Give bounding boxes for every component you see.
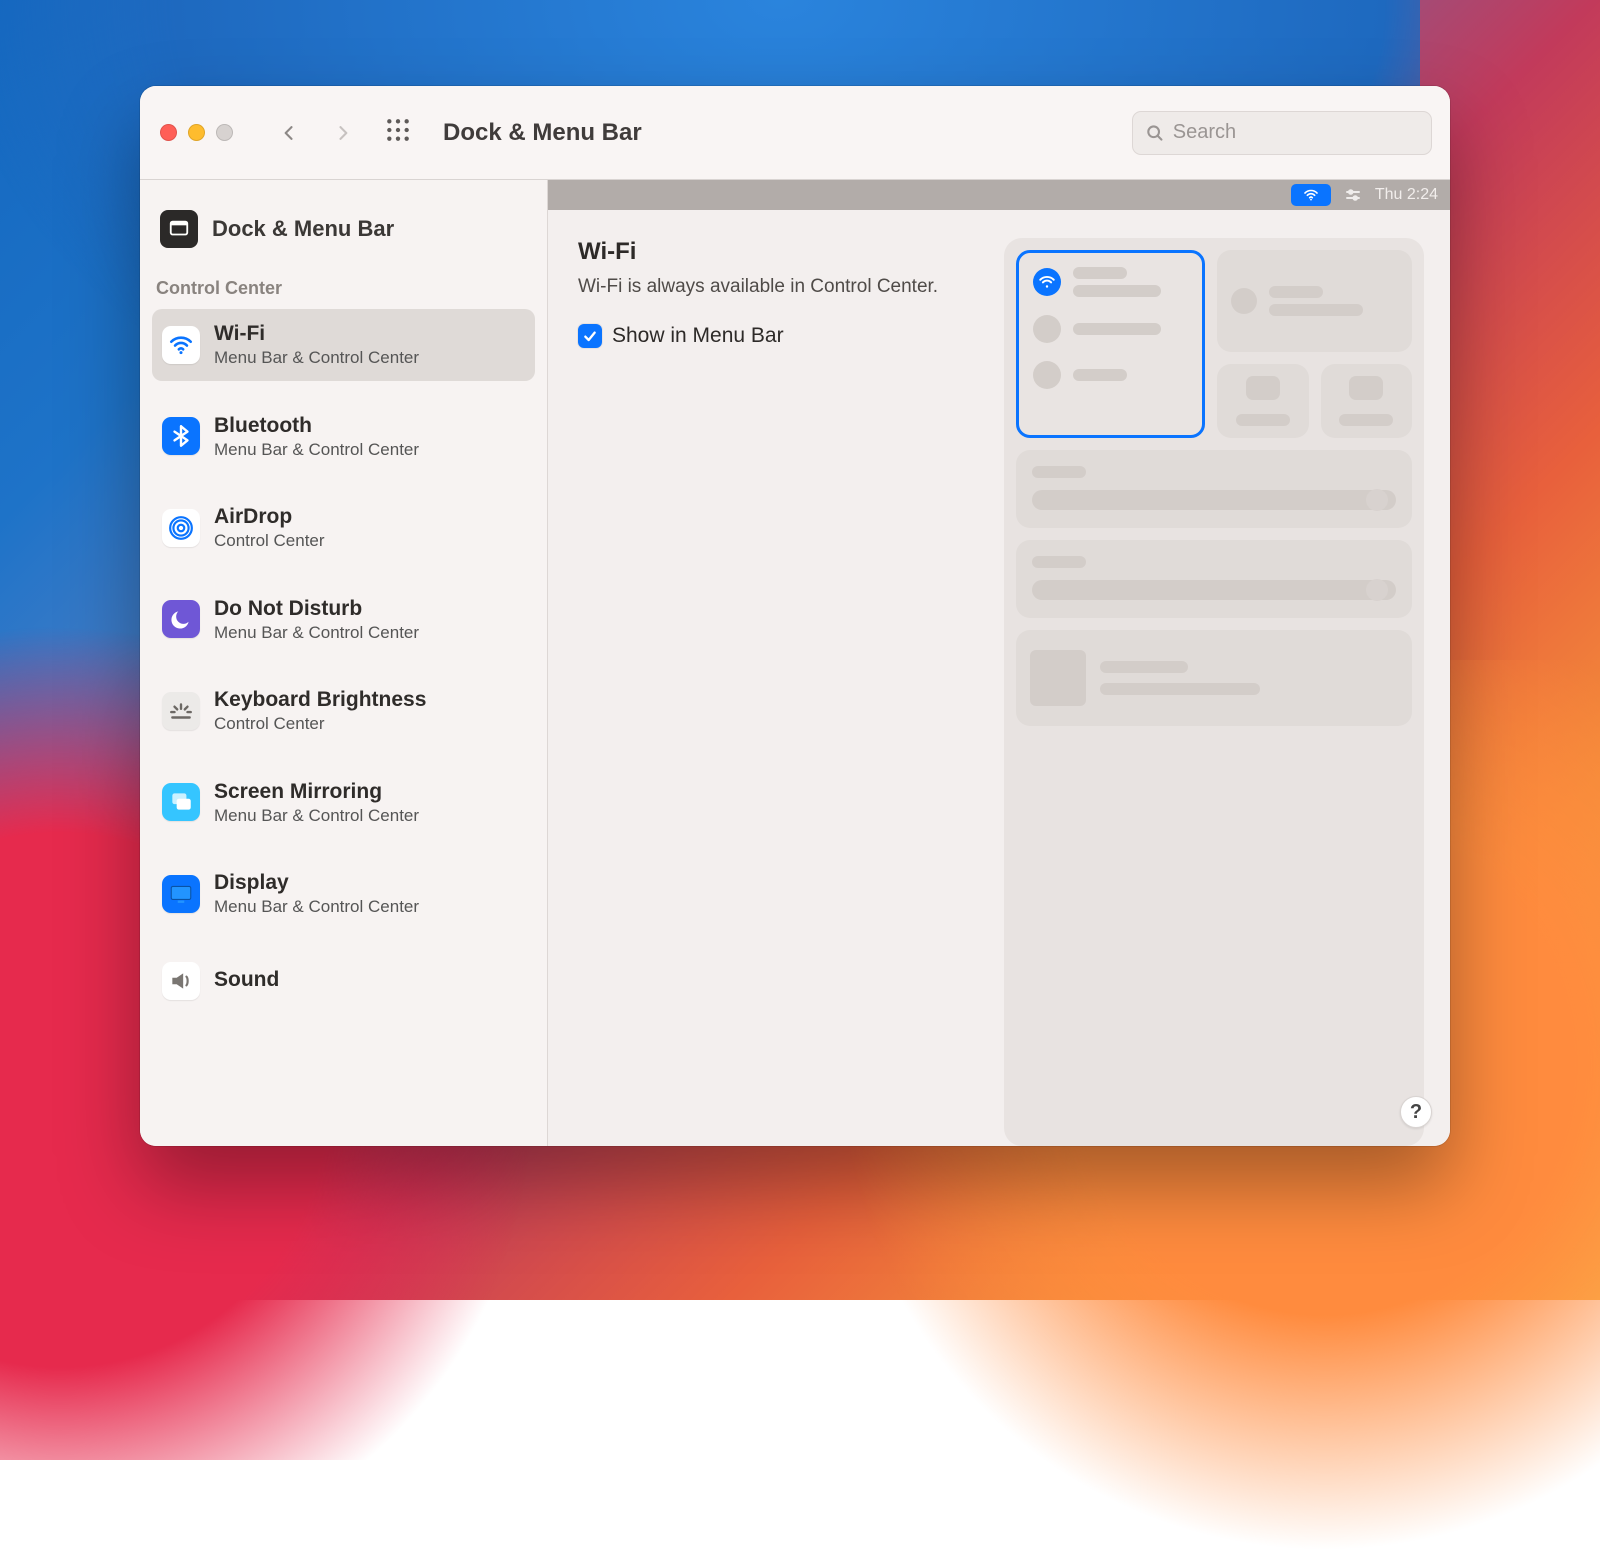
sidebar-item-sub: Menu Bar & Control Center (214, 896, 419, 917)
traffic-lights (160, 124, 233, 141)
sidebar-item-dnd[interactable]: Do Not Disturb Menu Bar & Control Center (152, 584, 535, 656)
sidebar-item-label: AirDrop (214, 504, 325, 530)
sidebar-item-sub: Menu Bar & Control Center (214, 805, 419, 826)
sidebar-item-airdrop[interactable]: AirDrop Control Center (152, 492, 535, 564)
window-title: Dock & Menu Bar (443, 119, 642, 147)
sound-icon (162, 962, 200, 1000)
sidebar-item-label: Sound (214, 967, 279, 993)
titlebar: Dock & Menu Bar (140, 86, 1450, 180)
detail-description: Wi-Fi is always available in Control Cen… (578, 274, 938, 300)
sidebar-item-sub: Menu Bar & Control Center (214, 439, 419, 460)
sidebar-item-sub: Control Center (214, 530, 325, 551)
search-field[interactable] (1132, 111, 1432, 155)
window-minimize-button[interactable] (188, 124, 205, 141)
show-in-menu-bar-label: Show in Menu Bar (612, 324, 784, 348)
sidebar-item-label: Bluetooth (214, 413, 419, 439)
menubar-clock: Thu 2:24 (1375, 186, 1438, 204)
moon-icon (162, 600, 200, 638)
sidebar-item-screen-mirroring[interactable]: Screen Mirroring Menu Bar & Control Cent… (152, 767, 535, 839)
keyboard-brightness-icon (162, 692, 200, 730)
sidebar-item-sub: Control Center (214, 713, 426, 734)
detail-pane: Thu 2:24 Wi-Fi Wi-Fi is always available… (548, 180, 1450, 1146)
airdrop-icon (162, 509, 200, 547)
sidebar-item-kb-brightness[interactable]: Keyboard Brightness Control Center (152, 675, 535, 747)
sidebar-item-sub: Menu Bar & Control Center (214, 347, 419, 368)
display-icon (162, 875, 200, 913)
help-button[interactable]: ? (1400, 1096, 1432, 1128)
window-zoom-button[interactable] (216, 124, 233, 141)
preferences-window: Dock & Menu Bar Dock & Menu Bar Control … (140, 86, 1450, 1146)
sidebar: Dock & Menu Bar Control Center Wi-Fi Men… (140, 180, 548, 1146)
forward-button[interactable] (325, 117, 361, 149)
sidebar-item-wifi[interactable]: Wi-Fi Menu Bar & Control Center (152, 309, 535, 381)
sidebar-item-display[interactable]: Display Menu Bar & Control Center (152, 858, 535, 930)
detail-title: Wi-Fi (578, 238, 938, 266)
sidebar-section-label: Control Center (152, 272, 535, 309)
back-button[interactable] (271, 117, 307, 149)
dock-menubar-icon (160, 210, 198, 248)
menubar-control-center-icon (1341, 186, 1365, 204)
sidebar-header-label: Dock & Menu Bar (212, 216, 394, 242)
sidebar-item-bluetooth[interactable]: Bluetooth Menu Bar & Control Center (152, 401, 535, 473)
sidebar-item-label: Wi-Fi (214, 321, 419, 347)
sidebar-header[interactable]: Dock & Menu Bar (152, 202, 535, 272)
window-close-button[interactable] (160, 124, 177, 141)
search-input[interactable] (1173, 121, 1419, 144)
sidebar-item-label: Do Not Disturb (214, 596, 419, 622)
sidebar-item-label: Screen Mirroring (214, 779, 419, 805)
show-all-button[interactable] (379, 113, 417, 152)
menubar-wifi-icon (1291, 184, 1331, 206)
bluetooth-icon (162, 417, 200, 455)
show-in-menu-bar-checkbox[interactable] (578, 324, 602, 348)
sidebar-item-sound[interactable]: Sound (152, 950, 535, 1012)
wifi-icon (162, 326, 200, 364)
preview-menubar: Thu 2:24 (548, 180, 1450, 210)
show-in-menu-bar-row[interactable]: Show in Menu Bar (578, 324, 938, 348)
sidebar-item-sub: Menu Bar & Control Center (214, 622, 419, 643)
screen-mirroring-icon (162, 783, 200, 821)
sidebar-item-label: Keyboard Brightness (214, 687, 426, 713)
sidebar-item-label: Display (214, 870, 419, 896)
preview-wifi-icon (1033, 268, 1061, 296)
control-center-preview (966, 238, 1424, 1146)
